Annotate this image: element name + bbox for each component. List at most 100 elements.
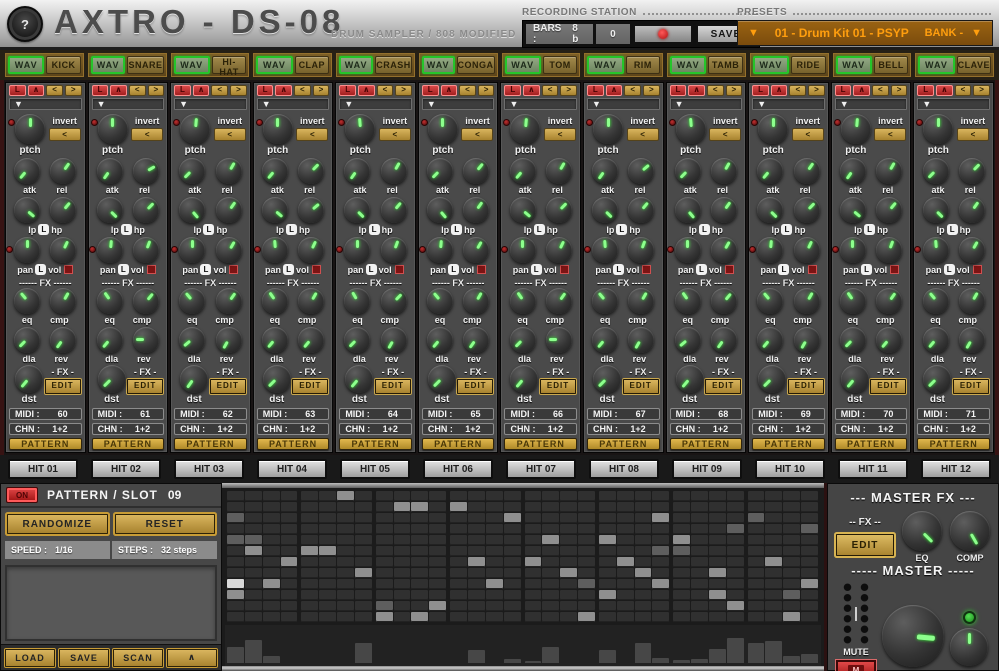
volume-knob[interactable] — [876, 237, 902, 263]
prev-sample-button[interactable]: < — [129, 85, 146, 96]
step-cell[interactable] — [783, 568, 800, 578]
delay-knob[interactable] — [179, 327, 205, 353]
step-cell[interactable] — [709, 601, 726, 611]
step-cell[interactable] — [765, 579, 782, 589]
volume-knob[interactable] — [216, 237, 242, 263]
sample-dropdown[interactable]: ▼ — [257, 98, 330, 110]
step-cell[interactable] — [468, 579, 485, 589]
step-cell[interactable] — [263, 601, 280, 611]
step-cell[interactable] — [652, 491, 669, 501]
step-cell[interactable] — [560, 535, 577, 545]
step-cell[interactable] — [337, 535, 354, 545]
midi-note-field[interactable]: MIDI : 60 — [9, 408, 82, 420]
step-cell[interactable] — [394, 601, 411, 611]
step-cell[interactable] — [319, 590, 336, 600]
prev-sample-button[interactable]: < — [872, 85, 889, 96]
step-cell[interactable] — [691, 601, 708, 611]
step-cell[interactable] — [635, 568, 652, 578]
link-badge[interactable]: L — [534, 224, 545, 235]
step-cell[interactable] — [504, 568, 521, 578]
step-cell[interactable] — [801, 491, 818, 501]
reverb-knob[interactable] — [794, 327, 820, 353]
step-cell[interactable] — [450, 601, 467, 611]
step-cell[interactable] — [599, 579, 616, 589]
step-cell[interactable] — [783, 535, 800, 545]
midi-note-field[interactable]: MIDI : 65 — [422, 408, 495, 420]
step-cell[interactable] — [319, 513, 336, 523]
step-cell[interactable] — [691, 524, 708, 534]
step-cell[interactable] — [673, 557, 690, 567]
eq-knob[interactable] — [97, 288, 123, 314]
step-cell[interactable] — [783, 491, 800, 501]
step-cell[interactable] — [748, 546, 765, 556]
prev-sample-button[interactable]: < — [377, 85, 394, 96]
step-cell[interactable] — [263, 590, 280, 600]
pan-knob[interactable] — [675, 237, 701, 263]
step-cell[interactable] — [783, 502, 800, 512]
step-cell[interactable] — [394, 557, 411, 567]
release-knob[interactable] — [216, 158, 242, 184]
step-cell[interactable] — [281, 535, 298, 545]
comp-knob[interactable] — [463, 288, 489, 314]
step-cell[interactable] — [245, 612, 262, 622]
step-cell[interactable] — [227, 590, 244, 600]
wav-button[interactable]: WAV — [836, 56, 872, 74]
step-cell[interactable] — [727, 612, 744, 622]
step-cell[interactable] — [691, 579, 708, 589]
step-cell[interactable] — [429, 535, 446, 545]
step-cell[interactable] — [635, 546, 652, 556]
pattern-button[interactable]: PATTERN — [257, 438, 330, 450]
step-cell[interactable] — [748, 568, 765, 578]
distortion-knob[interactable] — [593, 365, 621, 393]
attack-knob[interactable] — [262, 158, 288, 184]
step-cell[interactable] — [673, 612, 690, 622]
step-cell[interactable] — [337, 590, 354, 600]
step-cell[interactable] — [301, 535, 318, 545]
step-cell[interactable] — [783, 557, 800, 567]
step-cell[interactable] — [617, 502, 634, 512]
step-cell[interactable] — [468, 535, 485, 545]
midi-note-field[interactable]: MIDI : 70 — [835, 408, 908, 420]
step-cell[interactable] — [429, 557, 446, 567]
step-cell[interactable] — [578, 557, 595, 567]
caret-button[interactable]: ∧ — [853, 85, 870, 96]
step-cell[interactable] — [281, 612, 298, 622]
step-cell[interactable] — [635, 601, 652, 611]
volume-knob[interactable] — [298, 237, 324, 263]
invert-button[interactable]: < — [544, 128, 576, 141]
prev-sample-button[interactable]: < — [211, 85, 228, 96]
step-cell[interactable] — [673, 568, 690, 578]
step-cell[interactable] — [245, 590, 262, 600]
step-cell[interactable] — [635, 513, 652, 523]
sample-dropdown[interactable]: ▼ — [174, 98, 247, 110]
caret-button[interactable]: ∧ — [936, 85, 953, 96]
attack-knob[interactable] — [757, 158, 783, 184]
step-cell[interactable] — [652, 546, 669, 556]
loop-button[interactable]: L — [587, 85, 604, 96]
loop-button[interactable]: L — [917, 85, 934, 96]
invert-button[interactable]: < — [874, 128, 906, 141]
step-cell[interactable] — [337, 546, 354, 556]
step-cell[interactable] — [652, 579, 669, 589]
step-cell[interactable] — [617, 568, 634, 578]
master-mute-button[interactable]: M — [836, 660, 876, 671]
step-cell[interactable] — [617, 590, 634, 600]
hit-button[interactable]: HIT 12 — [921, 459, 991, 479]
step-cell[interactable] — [376, 579, 393, 589]
step-cell[interactable] — [617, 601, 634, 611]
step-cell[interactable] — [450, 546, 467, 556]
sample-dropdown[interactable]: ▼ — [587, 98, 660, 110]
sample-dropdown[interactable]: ▼ — [917, 98, 990, 110]
link-badge[interactable]: L — [864, 224, 875, 235]
next-sample-button[interactable]: > — [560, 85, 577, 96]
velocity-bar[interactable] — [801, 654, 818, 663]
volume-knob[interactable] — [50, 237, 76, 263]
step-cell[interactable] — [765, 601, 782, 611]
loop-button[interactable]: L — [9, 85, 26, 96]
caret-button[interactable]: ∧ — [688, 85, 705, 96]
step-cell[interactable] — [245, 524, 262, 534]
step-cell[interactable] — [599, 546, 616, 556]
save-button[interactable]: SAVE — [59, 649, 109, 667]
step-cell[interactable] — [599, 513, 616, 523]
step-cell[interactable] — [486, 557, 503, 567]
